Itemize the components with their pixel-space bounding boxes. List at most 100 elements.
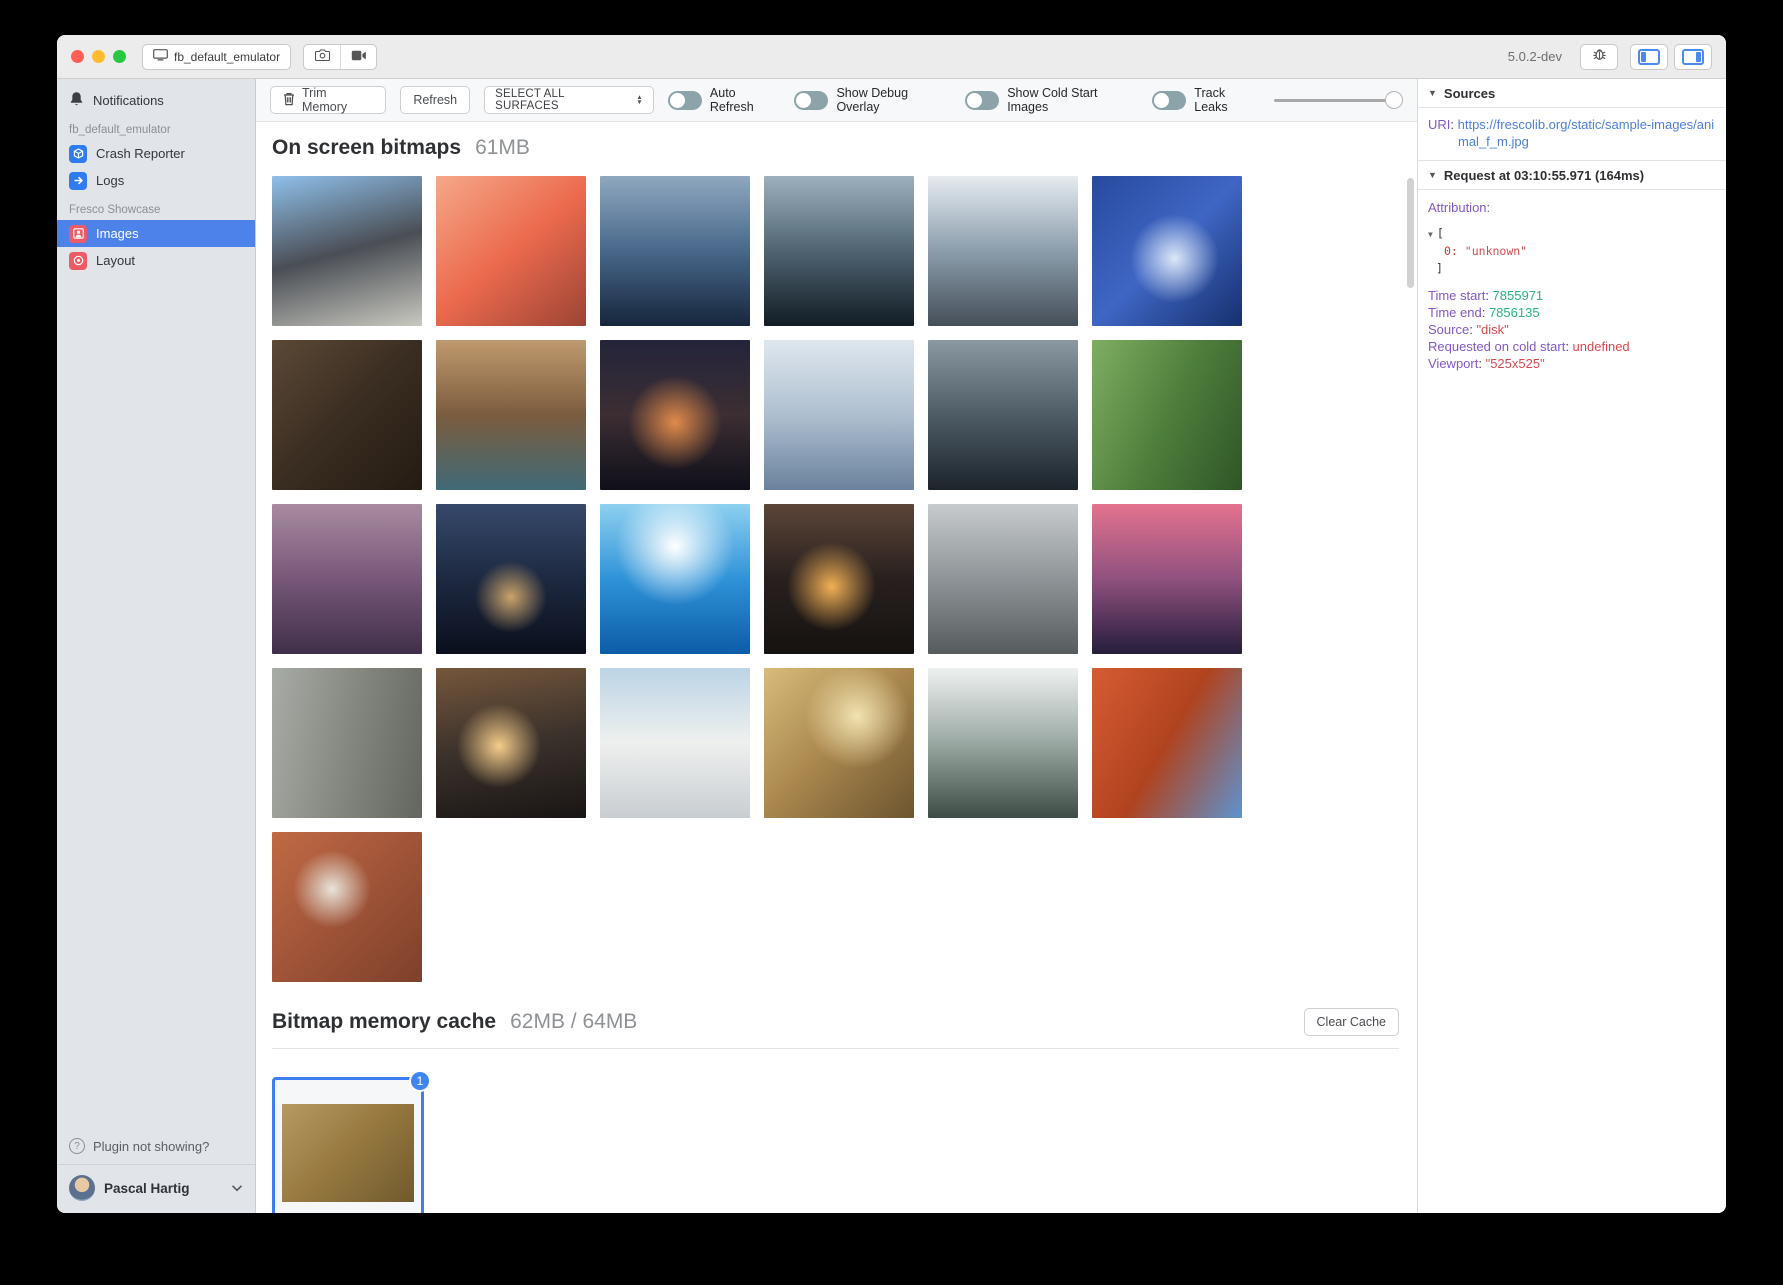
screen-record-button[interactable]	[340, 45, 376, 69]
onscreen-header: On screen bitmaps 61MB	[272, 136, 1417, 160]
toggle-switch[interactable]	[965, 91, 999, 110]
screenshot-canvas: fb_default_emulator 5.0.2-dev	[0, 0, 1783, 1285]
refresh-button[interactable]: Refresh	[400, 86, 470, 114]
cache-size: 62MB / 64MB	[510, 1010, 637, 1034]
toggle-track-leaks[interactable]: Track Leaks	[1152, 86, 1259, 114]
minimize-window-button[interactable]	[92, 50, 105, 63]
uri-link[interactable]: https://frescolib.org/static/sample-imag…	[1458, 117, 1715, 149]
toggle-switch[interactable]	[668, 91, 702, 110]
santorini-buildings-photo[interactable]	[600, 668, 750, 818]
toggle-left-sidebar-button[interactable]	[1630, 44, 1668, 70]
trim-memory-label: Trim Memory	[302, 86, 373, 114]
weathered-planks-photo[interactable]	[272, 668, 422, 818]
screenshot-button[interactable]	[304, 45, 340, 69]
orange-flowers-photo[interactable]	[436, 176, 586, 326]
device-selector[interactable]: fb_default_emulator	[142, 44, 291, 70]
attribution-entry-key: 0:	[1444, 244, 1458, 258]
request-field: Time start: 7855971	[1428, 287, 1716, 304]
sidebar-item-label: Images	[96, 226, 139, 241]
window-controls	[71, 50, 126, 63]
ocean-boat-photo[interactable]	[600, 504, 750, 654]
train-platform-flare-photo[interactable]	[436, 668, 586, 818]
refresh-label: Refresh	[413, 93, 457, 107]
surface-select[interactable]: SELECT ALL SURFACES ▲▼	[484, 86, 654, 114]
toggle-switch[interactable]	[794, 91, 828, 110]
capture-buttons	[303, 44, 377, 70]
slider-knob[interactable]	[1385, 91, 1403, 109]
version-label: 5.0.2-dev	[1508, 49, 1562, 64]
clear-cache-button[interactable]: Clear Cache	[1304, 1008, 1399, 1036]
panel-toggles	[1630, 44, 1712, 70]
request-field: Time end: 7856135	[1428, 304, 1716, 321]
sidebar-item-label: Notifications	[93, 93, 164, 108]
user-menu[interactable]: Pascal Hartig	[57, 1164, 255, 1213]
images-scroll-area[interactable]: On screen bitmaps 61MB Bitmap memory cac…	[256, 122, 1417, 1213]
tools-on-wood-photo[interactable]	[272, 340, 422, 490]
request-header-label: Request at 03:10:55.971 (164ms)	[1444, 168, 1644, 183]
pink-storm-clouds-photo[interactable]	[1092, 504, 1242, 654]
pier-dock-photo[interactable]	[436, 340, 586, 490]
street-sunset-photo[interactable]	[764, 504, 914, 654]
request-fields: Time start: 7855971Time end: 7856135Sour…	[1428, 287, 1716, 372]
collapse-triangle-icon: ▼	[1428, 170, 1437, 180]
sidebar-item-logs[interactable]: Logs	[57, 167, 255, 194]
sidebar-item-label: Layout	[96, 253, 135, 268]
uri-label: URI	[1428, 117, 1450, 132]
expand-triangle-icon[interactable]: ▼	[1428, 230, 1433, 239]
monitor-icon	[153, 49, 168, 64]
vertical-scrollbar[interactable]	[1407, 178, 1414, 288]
golden-gate-photo[interactable]	[1092, 668, 1242, 818]
toggle-label: Auto Refresh	[710, 86, 781, 114]
bw-mountain-trail-photo[interactable]	[928, 504, 1078, 654]
toggle-label: Track Leaks	[1194, 86, 1259, 114]
sidebar-spacer	[57, 274, 255, 1128]
sidebar-item-images[interactable]: Images	[57, 220, 255, 247]
trim-memory-button[interactable]: Trim Memory	[270, 86, 386, 114]
toggle-show-debug-overlay[interactable]: Show Debug Overlay	[794, 86, 951, 114]
zoom-window-button[interactable]	[113, 50, 126, 63]
purple-trees-photo[interactable]	[272, 504, 422, 654]
sources-header-label: Sources	[1444, 86, 1495, 101]
size-slider[interactable]	[1274, 90, 1403, 110]
request-section-header[interactable]: ▼ Request at 03:10:55.971 (164ms)	[1418, 161, 1726, 190]
onscreen-bitmaps-grid	[272, 176, 1242, 982]
night-church-photo[interactable]	[600, 340, 750, 490]
close-window-button[interactable]	[71, 50, 84, 63]
toggle-right-sidebar-button[interactable]	[1674, 44, 1712, 70]
toggle-switch[interactable]	[1152, 91, 1186, 110]
sidebar-item-label: Logs	[96, 173, 124, 188]
coffee-table-overhead-photo[interactable]	[272, 832, 422, 982]
sky-cross-buildings-photo[interactable]	[764, 340, 914, 490]
foggy-lake-person-photo[interactable]	[928, 340, 1078, 490]
bamboo-photo[interactable]	[1092, 340, 1242, 490]
toggle-label: Show Debug Overlay	[836, 86, 951, 114]
plane-wreck-photo[interactable]	[764, 176, 914, 326]
sidebar-section-app: Fresco Showcase	[57, 194, 255, 220]
device-name: fb_default_emulator	[174, 50, 280, 64]
snowy-pines-photo[interactable]	[928, 668, 1078, 818]
left-panel-icon	[1638, 49, 1660, 65]
sidebar-item-layout[interactable]: Layout	[57, 247, 255, 274]
sidebar-item-crash-reporter[interactable]: Crash Reporter	[57, 140, 255, 167]
crash-reporter-icon	[69, 145, 87, 163]
bell-icon	[69, 91, 84, 110]
plugin-help-link[interactable]: ? Plugin not showing?	[57, 1128, 255, 1164]
snowy-mountains-photo[interactable]	[928, 176, 1078, 326]
toggle-auto-refresh[interactable]: Auto Refresh	[668, 86, 781, 114]
spire-building-photo[interactable]	[272, 176, 422, 326]
request-details: Attribution: ▼[ 0: "unknown" ] Time star…	[1418, 190, 1726, 384]
night-bridge-photo[interactable]	[436, 504, 586, 654]
autumn-leaves-photo[interactable]	[764, 668, 914, 818]
man-by-sea-photo[interactable]	[600, 176, 750, 326]
sidebar-item-notifications[interactable]: Notifications	[57, 87, 255, 114]
cache-title: Bitmap memory cache	[272, 1010, 496, 1034]
bug-report-button[interactable]	[1580, 44, 1618, 70]
cache-image-selected[interactable]: 1	[272, 1077, 424, 1213]
flipper-window: fb_default_emulator 5.0.2-dev	[57, 35, 1726, 1213]
sources-section-header[interactable]: ▼ Sources	[1418, 79, 1726, 108]
slider-track	[1274, 99, 1403, 102]
blue-feather-photo[interactable]	[1092, 176, 1242, 326]
toggle-show-cold-start-images[interactable]: Show Cold Start Images	[965, 86, 1138, 114]
sidebar: Notifications fb_default_emulator Crash …	[57, 79, 256, 1213]
titlebar: fb_default_emulator 5.0.2-dev	[57, 35, 1726, 79]
